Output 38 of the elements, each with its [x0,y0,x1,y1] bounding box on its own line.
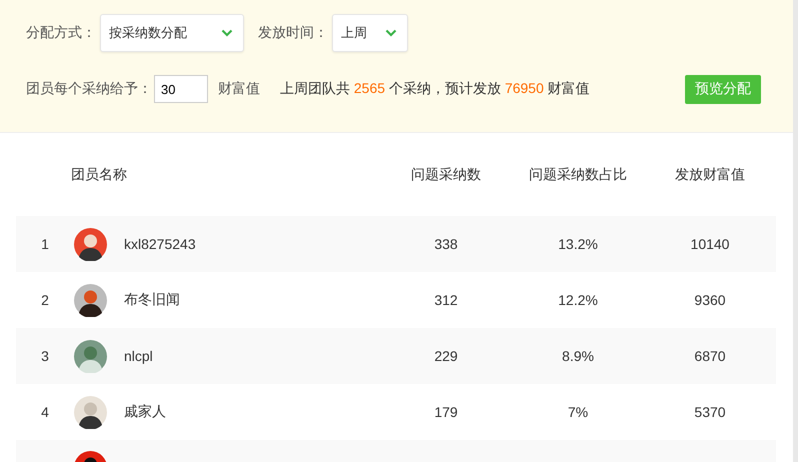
avatar-icon [74,284,107,316]
rank-cell: 2 [41,292,49,308]
table-cell-text: 312 [433,292,459,308]
table-cell-text: 338 [433,236,459,252]
reward-label: 团员每个采纳给予： [26,80,152,98]
table-cell-text: 9360 [693,292,727,308]
summary-text: 上周团队共 2565 个采纳，预计发放 76950 财富值 [280,80,590,98]
column-header: 问题采纳数 [410,166,482,184]
table-cell-text: 13.2% [557,236,599,252]
table-cell-text: 179 [433,404,459,420]
method-label: 分配方式： [26,24,96,42]
table-cell-text: 7% [566,404,590,420]
chevron-icon [385,29,397,37]
table-cell-text: 12.2% [557,292,599,308]
column-header: 团员名称 [71,166,128,184]
table-cell-text: 6870 [693,348,727,364]
reward-input[interactable]: 30 [154,75,208,103]
table-cell-text: 10140 [690,236,730,252]
member-name: 戚家人 [124,403,166,421]
rank-cell: 3 [41,348,49,364]
member-name: kxl8275243 [124,236,196,252]
method-dropdown[interactable]: 按采纳数分配 [100,14,244,52]
avatar-icon [74,340,107,372]
rank-cell: 1 [41,236,49,252]
table-cell-text: 229 [433,348,459,364]
time-label: 发放时间： [258,24,328,42]
table-cell-text: 8.9% [561,348,595,364]
rank-cell: 4 [41,404,49,420]
chevron-icon [221,29,233,37]
column-header: 问题采纳数占比 [528,166,628,184]
member-name: nlcpl [124,348,153,364]
avatar-icon [74,396,107,428]
unit-label: 财富值 [218,80,260,98]
avatar-icon [74,228,107,260]
table-cell-text: 5370 [693,404,727,420]
member-name: 布冬旧闻 [124,291,180,309]
column-header: 发放财富值 [674,166,746,184]
time-dropdown[interactable]: 上周 [332,14,408,52]
